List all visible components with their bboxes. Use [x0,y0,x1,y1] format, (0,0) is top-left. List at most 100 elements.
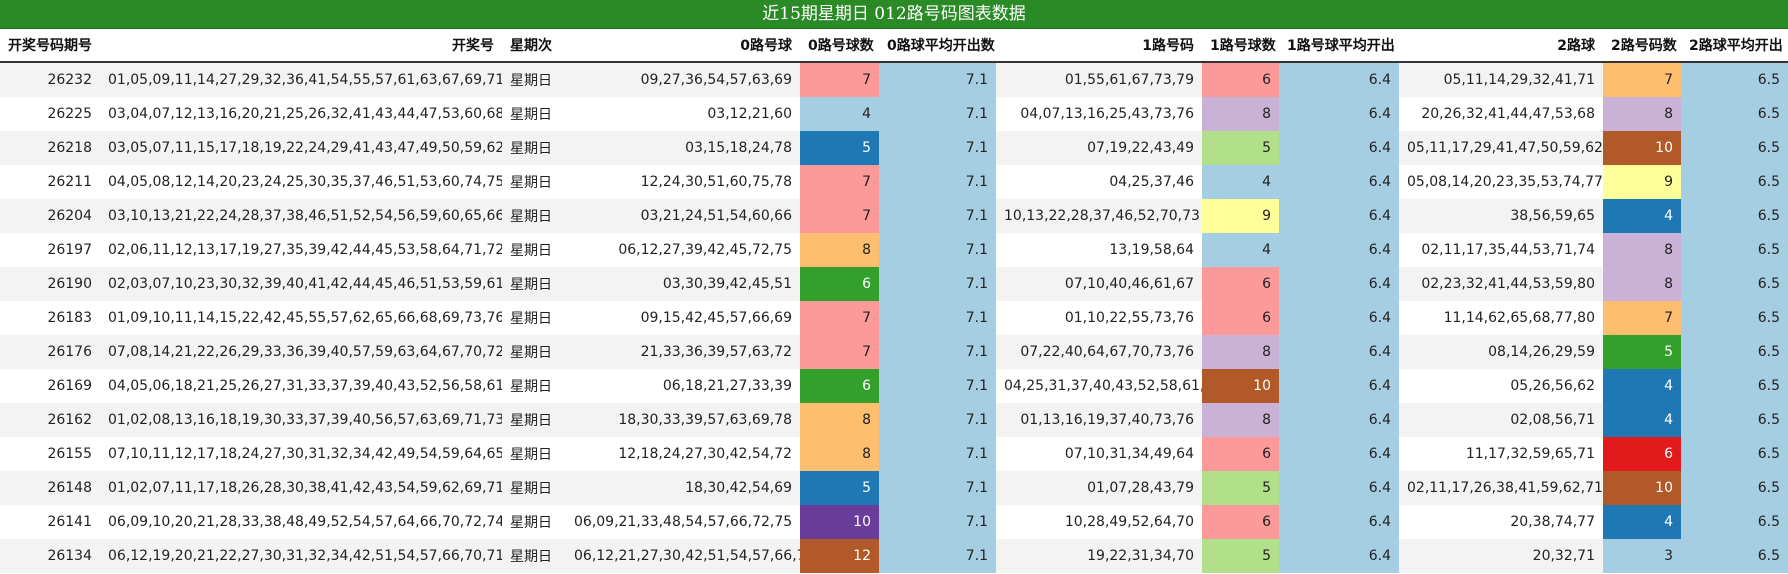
cell-route2-avg: 6.5 [1681,301,1788,335]
col-header-route0-avg[interactable]: 0路球平均开出数 [879,29,996,63]
cell-route1-count: 6 [1202,301,1279,335]
cell-issue: 26134 [0,539,100,573]
cell-numbers: 03,10,13,21,22,24,28,37,38,46,51,52,54,5… [100,199,502,233]
cell-route0-count: 7 [800,165,879,199]
col-header-route1-balls[interactable]: 1路号码 [996,29,1202,63]
cell-route0-balls: 06,12,21,27,30,42,51,54,57,66,72,75 [566,539,800,573]
cell-route0-avg: 7.1 [879,335,996,369]
table-row[interactable]: 26169 04,05,06,18,21,25,26,27,31,33,37,39… [0,369,1788,403]
cell-route2-count: 10 [1603,131,1681,165]
cell-route0-avg: 7.1 [879,471,996,505]
cell-issue: 26141 [0,505,100,539]
cell-issue: 26225 [0,97,100,131]
col-header-route0-count[interactable]: 0路号球数 [800,29,879,63]
cell-issue: 26190 [0,267,100,301]
cell-route1-balls: 04,25,37,46 [996,165,1202,199]
cell-route1-count: 8 [1202,97,1279,131]
table-row[interactable]: 26197 02,06,11,12,13,17,19,27,35,39,42,44… [0,233,1788,267]
cell-weekday: 星期日 [502,62,566,97]
cell-weekday: 星期日 [502,539,566,573]
cell-route1-avg: 6.4 [1279,539,1399,573]
cell-route0-balls: 06,12,27,39,42,45,72,75 [566,233,800,267]
col-header-numbers[interactable]: 开奖号 [100,29,502,63]
col-header-route1-count[interactable]: 1路号球数 [1202,29,1279,63]
cell-route2-avg: 6.5 [1681,403,1788,437]
cell-route1-balls: 01,10,22,55,73,76 [996,301,1202,335]
cell-route0-count: 8 [800,233,879,267]
cell-route2-balls: 02,11,17,35,44,53,71,74 [1399,233,1603,267]
cell-route0-balls: 03,30,39,42,45,51 [566,267,800,301]
cell-issue: 26218 [0,131,100,165]
cell-route1-balls: 10,28,49,52,64,70 [996,505,1202,539]
cell-route1-balls: 13,19,58,64 [996,233,1202,267]
cell-route0-avg: 7.1 [879,505,996,539]
cell-route0-count: 6 [800,267,879,301]
cell-route2-count: 8 [1603,233,1681,267]
table-row[interactable]: 26162 01,02,08,13,16,18,19,30,33,37,39,40… [0,403,1788,437]
cell-route1-count: 6 [1202,62,1279,97]
col-header-route2-balls[interactable]: 2路球 [1399,29,1603,63]
cell-weekday: 星期日 [502,369,566,403]
table-row[interactable]: 26183 01,09,10,11,14,15,22,42,45,55,57,62… [0,301,1788,335]
cell-route1-avg: 6.4 [1279,233,1399,267]
cell-route1-count: 9 [1202,199,1279,233]
col-header-issue[interactable]: 开奖号码期号 [0,29,100,63]
cell-route2-avg: 6.5 [1681,369,1788,403]
col-header-weekday[interactable]: 星期次 [502,29,566,63]
col-header-route2-avg[interactable]: 2路球平均开出 [1681,29,1788,63]
cell-issue: 26148 [0,471,100,505]
cell-issue: 26197 [0,233,100,267]
cell-weekday: 星期日 [502,471,566,505]
cell-route2-avg: 6.5 [1681,97,1788,131]
table-row[interactable]: 26141 06,09,10,20,21,28,33,38,48,49,52,54… [0,505,1788,539]
table-row[interactable]: 26218 03,05,07,11,15,17,18,19,22,24,29,41… [0,131,1788,165]
cell-weekday: 星期日 [502,165,566,199]
col-header-route1-avg[interactable]: 1路号球平均开出 [1279,29,1399,63]
cell-route2-balls: 38,56,59,65 [1399,199,1603,233]
cell-route0-avg: 7.1 [879,131,996,165]
cell-route0-balls: 18,30,42,54,69 [566,471,800,505]
cell-numbers: 03,04,07,12,13,16,20,21,25,26,32,41,43,4… [100,97,502,131]
table-body: 26232 01,05,09,11,14,27,29,32,36,41,54,55… [0,62,1788,573]
cell-route2-balls: 20,38,74,77 [1399,505,1603,539]
cell-route1-avg: 6.4 [1279,131,1399,165]
table-row[interactable]: 26232 01,05,09,11,14,27,29,32,36,41,54,55… [0,62,1788,97]
cell-route0-avg: 7.1 [879,301,996,335]
cell-route2-balls: 02,11,17,26,38,41,59,62,71,74 [1399,471,1603,505]
cell-route1-avg: 6.4 [1279,335,1399,369]
cell-route2-avg: 6.5 [1681,165,1788,199]
cell-route2-avg: 6.5 [1681,199,1788,233]
cell-route0-count: 6 [800,369,879,403]
cell-route1-balls: 04,07,13,16,25,43,73,76 [996,97,1202,131]
cell-route0-avg: 7.1 [879,437,996,471]
table-row[interactable]: 26176 07,08,14,21,22,26,29,33,36,39,40,57… [0,335,1788,369]
cell-route0-avg: 7.1 [879,539,996,573]
cell-route2-count: 8 [1603,267,1681,301]
col-header-route0-balls[interactable]: 0路号球 [566,29,800,63]
cell-route0-avg: 7.1 [879,199,996,233]
cell-issue: 26183 [0,301,100,335]
cell-route1-balls: 04,25,31,37,40,43,52,58,61,73 [996,369,1202,403]
table-row[interactable]: 26148 01,02,07,11,17,18,26,28,30,38,41,42… [0,471,1788,505]
cell-route1-balls: 07,10,31,34,49,64 [996,437,1202,471]
cell-route0-balls: 06,09,21,33,48,54,57,66,72,75 [566,505,800,539]
table-row[interactable]: 26134 06,12,19,20,21,22,27,30,31,32,34,42… [0,539,1788,573]
table-row[interactable]: 26190 02,03,07,10,23,30,32,39,40,41,42,44… [0,267,1788,301]
table-row[interactable]: 26155 07,10,11,12,17,18,24,27,30,31,32,34… [0,437,1788,471]
cell-route2-count: 4 [1603,199,1681,233]
cell-route2-count: 4 [1603,369,1681,403]
cell-weekday: 星期日 [502,403,566,437]
col-header-route2-count[interactable]: 2路号码数 [1603,29,1681,63]
cell-numbers: 01,09,10,11,14,15,22,42,45,55,57,62,65,6… [100,301,502,335]
table-row[interactable]: 26204 03,10,13,21,22,24,28,37,38,46,51,52… [0,199,1788,233]
cell-route0-avg: 7.1 [879,97,996,131]
cell-route1-count: 5 [1202,131,1279,165]
cell-route2-avg: 6.5 [1681,131,1788,165]
cell-route2-balls: 11,14,62,65,68,77,80 [1399,301,1603,335]
cell-route1-balls: 07,10,40,46,61,67 [996,267,1202,301]
cell-route2-avg: 6.5 [1681,539,1788,573]
table-row[interactable]: 26211 04,05,08,12,14,20,23,24,25,30,35,37… [0,165,1788,199]
cell-route2-count: 3 [1603,539,1681,573]
table-row[interactable]: 26225 03,04,07,12,13,16,20,21,25,26,32,41… [0,97,1788,131]
cell-route2-count: 6 [1603,437,1681,471]
